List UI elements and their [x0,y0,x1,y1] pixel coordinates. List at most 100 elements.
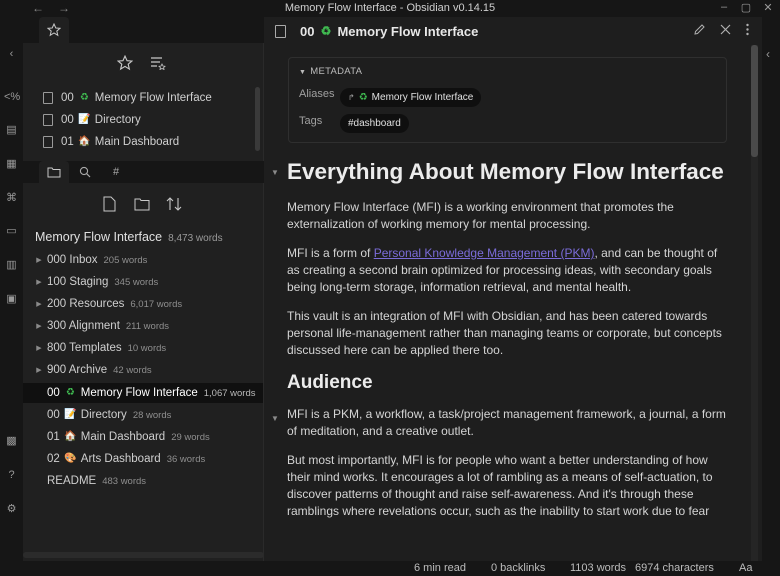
edit-pencil-icon[interactable] [693,23,706,36]
file-icon [43,114,53,126]
bookmark-label: Memory Flow Interface [94,92,212,104]
right-sidebar-collapsed: ‹ [762,17,780,561]
bookmark-star-icon[interactable] [117,55,133,71]
collapse-arrow-icon: ▶ [36,323,42,330]
file-item[interactable]: 01 🏠 Main Dashboard 29 words [23,427,263,447]
cards-icon[interactable]: ▭ [4,224,19,239]
word-count: 1103 words [570,562,627,574]
sort-list-icon[interactable] [150,56,166,70]
tab-files[interactable] [39,161,69,183]
collapse-chevron-icon[interactable]: ‹ [4,47,19,62]
tag-pill[interactable]: #dashboard [340,114,409,133]
table-icon[interactable]: ▤ [4,123,19,138]
font-size-toggle[interactable]: Aa [739,562,752,574]
heading-1: Everything About Memory Flow Interface [287,159,724,184]
code-icon[interactable]: <% [4,90,20,105]
editor-pane: 00 ♻ Memory Flow Interface ▼ METADATA Ali… [265,17,762,561]
character-count: 6974 characters [635,562,714,574]
folder-item[interactable]: ▶ 000 Inbox 205 words [23,250,263,270]
heading-fold-icon[interactable]: ▼ [271,168,279,177]
bookmark-item[interactable]: 00 ♻ Memory Flow Interface [43,89,212,107]
tab-search[interactable] [70,161,100,183]
document-icon [275,24,286,38]
file-item[interactable]: README 483 words [23,471,263,491]
file-item[interactable]: 02 🎨 Arts Dashboard 36 words [23,449,263,469]
bookmark-label: Directory [94,114,141,126]
palette-emoji-icon: 🎨 [64,453,77,464]
paragraph: MFI is a PKM, a workflow, a task/project… [287,407,726,438]
collapse-arrow-icon: ▶ [36,257,42,264]
heading-fold-icon[interactable]: ▼ [271,414,279,423]
heading-2: Audience [287,372,373,393]
recycle-emoji-icon: ♻ [320,24,332,38]
maximize-button[interactable]: ▢ [736,1,756,14]
paragraph: This vault is an integration of MFI with… [287,309,722,357]
explorer-horizontal-scrollbar[interactable] [23,552,264,558]
alias-arrow-icon: ↱ [348,93,355,102]
title-bar: ← → Memory Flow Interface - Obsidian v0.… [0,0,780,17]
metadata-heading[interactable]: ▼ METADATA [299,66,362,77]
kanban-icon[interactable]: ▥ [4,258,19,273]
alias-pill[interactable]: ↱ ♻ Memory Flow Interface [340,88,482,107]
hash-icon: # [112,166,120,178]
folder-item[interactable]: ▶ 100 Staging 345 words [23,272,263,292]
expand-chevron-icon[interactable]: ‹ [766,47,770,61]
backlinks-count[interactable]: 0 backlinks [491,562,545,574]
editor-scrollbar-thumb[interactable] [751,45,758,157]
close-window-button[interactable]: ✕ [758,1,778,14]
help-icon[interactable]: ? [4,468,19,483]
explorer-actions [23,195,264,217]
memo-emoji-icon: 📝 [64,409,77,420]
folder-item[interactable]: ▶ 900 Archive 42 words [23,360,263,380]
tags-label: Tags [299,115,323,127]
metadata-panel: ▼ METADATA Aliases ↱ ♻ Memory Flow Interf… [288,57,727,143]
memo-emoji-icon: 📝 [78,114,91,125]
note-title: 00 ♻ Memory Flow Interface [300,23,479,39]
tab-tags[interactable]: # [101,161,131,183]
vault-title[interactable]: Memory Flow Interface 8,473 words [35,230,223,248]
file-item-active[interactable]: 00 ♻ Memory Flow Interface 1,067 words [23,383,263,403]
folder-item[interactable]: ▶ 300 Alignment 211 words [23,316,263,336]
recycle-emoji-icon: ♻ [358,92,368,103]
folder-icon [47,167,61,178]
editor-scrollbar[interactable] [751,45,758,561]
paragraph: But most importantly, MFI is for people … [287,453,713,518]
fold-arrow-icon: ▼ [299,69,307,76]
collapse-arrow-icon: ▶ [36,279,42,286]
sort-icon[interactable] [166,196,182,212]
vault-word-count: 8,473 words [168,233,223,244]
bookmarks-actions [23,55,264,75]
collapse-arrow-icon: ▶ [36,367,42,374]
vault-icon[interactable]: ▩ [4,434,19,449]
pkm-link[interactable]: Personal Knowledge Management (PKM) [374,246,595,260]
bookmarks-scrollbar[interactable] [255,87,260,151]
left-tab-bar [23,17,264,43]
folder-item[interactable]: ▶ 800 Templates 10 words [23,338,263,358]
star-icon [47,23,61,37]
house-emoji-icon: 🏠 [78,136,91,147]
collapse-arrow-icon: ▶ [36,345,42,352]
close-icon[interactable] [719,23,732,36]
new-folder-icon[interactable] [134,197,150,211]
bookmark-item[interactable]: 01 🏠 Main Dashboard [43,133,179,151]
ribbon: ‹ <% ▤ ▦ ⌘ ▭ ▥ ▣ ▩ ? ⚙ [0,17,23,576]
file-icon [43,92,53,104]
new-note-icon[interactable] [103,196,116,212]
editor-actions [693,23,750,36]
folder-item[interactable]: ▶ 200 Resources 6,017 words [23,294,263,314]
recycle-emoji-icon: ♻ [65,387,75,398]
tab-bookmarks[interactable] [39,17,69,43]
file-item[interactable]: 00 📝 Directory 28 words [23,405,263,425]
house-emoji-icon: 🏠 [64,431,77,442]
minimize-button[interactable]: – [714,1,734,13]
sheet-icon[interactable]: ▦ [4,157,19,172]
graph-icon[interactable]: ⌘ [4,191,19,206]
bookmark-item[interactable]: 00 📝 Directory [43,111,141,129]
file-icon [43,136,53,148]
calendar-icon[interactable]: ▣ [4,292,19,307]
bookmark-label: Main Dashboard [94,136,180,148]
settings-icon[interactable]: ⚙ [4,502,19,517]
editor-header: 00 ♻ Memory Flow Interface [265,17,762,45]
recycle-emoji-icon: ♻ [79,92,89,103]
more-options-icon[interactable] [745,23,750,36]
